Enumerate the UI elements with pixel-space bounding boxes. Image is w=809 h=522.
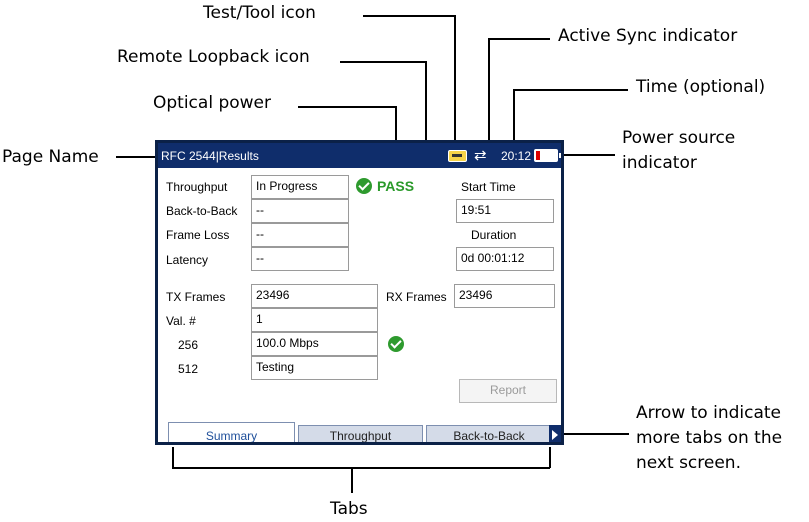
tx-frames-value: 23496	[251, 284, 378, 308]
report-button[interactable]: Report	[459, 379, 557, 403]
leader-sync	[488, 38, 550, 40]
pass-check-icon	[356, 178, 372, 194]
leader-sync-v	[488, 38, 490, 141]
callout-power-source-1: Power source	[622, 128, 736, 148]
tab-back-to-back[interactable]: Back-to-Back	[426, 425, 552, 442]
leader-loopback	[340, 61, 426, 63]
leader-test-tool-v	[454, 15, 456, 141]
leader-page-name	[116, 156, 156, 158]
leader-optical-v	[395, 106, 397, 141]
callout-active-sync: Active Sync indicator	[558, 26, 738, 46]
leader-loopback-v	[425, 61, 427, 141]
callout-arrow-2: more tabs on the	[636, 428, 783, 448]
duration-label: Duration	[471, 228, 517, 242]
start-time-label: Start Time	[461, 180, 516, 194]
battery-level	[536, 151, 540, 160]
more-tabs-arrow-icon[interactable]	[549, 425, 561, 442]
page-name: RFC 2544|Results	[161, 149, 259, 163]
pass-status: PASS	[377, 178, 415, 194]
leader-time-v	[513, 89, 515, 141]
row-256-check-icon	[388, 336, 404, 352]
val-value: 1	[251, 308, 378, 332]
leader-arrow	[562, 433, 629, 435]
device-screen: RFC 2544|Results ⇄ 20:12 Throughput In P…	[155, 140, 564, 445]
callout-time: Time (optional)	[636, 77, 766, 97]
latency-value: --	[251, 247, 349, 271]
leader-test-tool	[363, 15, 455, 17]
back-to-back-value: --	[251, 199, 349, 223]
frame-size-512-value: Testing	[251, 356, 378, 380]
callout-arrow-3: next screen.	[636, 453, 741, 473]
latency-label: Latency	[166, 253, 209, 267]
start-time-value: 19:51	[456, 199, 554, 223]
callout-power-source-2: indicator	[622, 153, 697, 173]
tx-frames-label: TX Frames	[166, 290, 226, 304]
battery-icon	[534, 149, 561, 162]
back-to-back-label: Back-to-Back	[166, 204, 238, 218]
rx-frames-value: 23496	[454, 284, 555, 308]
frame-size-512-label: 512	[178, 362, 199, 376]
frame-size-256-label: 256	[178, 338, 199, 352]
duration-value: 0d 00:01:12	[456, 247, 554, 271]
tab-summary[interactable]: Summary	[168, 422, 295, 442]
tabs-bracket-stem	[351, 467, 353, 493]
tabs-bracket-right	[549, 447, 551, 468]
leader-optical	[298, 106, 396, 108]
active-sync-icon: ⇄	[474, 147, 487, 164]
leader-power	[558, 154, 615, 156]
frame-loss-value: --	[251, 223, 349, 247]
val-label: Val. #	[166, 314, 196, 328]
callout-remote-loopback: Remote Loopback icon	[117, 47, 310, 67]
clock: 20:12	[501, 149, 532, 163]
rx-frames-label: RX Frames	[386, 290, 447, 304]
callout-test-tool-icon: Test/Tool icon	[203, 3, 316, 23]
leader-time	[513, 89, 628, 91]
title-bar: RFC 2544|Results ⇄ 20:12	[158, 143, 561, 168]
callout-optical-power: Optical power	[153, 93, 271, 113]
callout-page-name: Page Name	[2, 147, 99, 167]
frame-size-256-value: 100.0 Mbps	[251, 332, 378, 356]
throughput-value: In Progress	[251, 175, 349, 199]
remote-loopback-icon	[448, 150, 467, 162]
frame-loss-label: Frame Loss	[166, 228, 230, 242]
callout-tabs: Tabs	[330, 499, 368, 519]
tab-bar: Summary Throughput Back-to-Back	[158, 422, 561, 442]
tabs-bracket-bottom	[172, 467, 550, 469]
throughput-label: Throughput	[166, 180, 228, 194]
tab-throughput[interactable]: Throughput	[298, 425, 423, 442]
callout-arrow-1: Arrow to indicate	[636, 403, 782, 423]
tabs-bracket-left	[172, 447, 174, 468]
